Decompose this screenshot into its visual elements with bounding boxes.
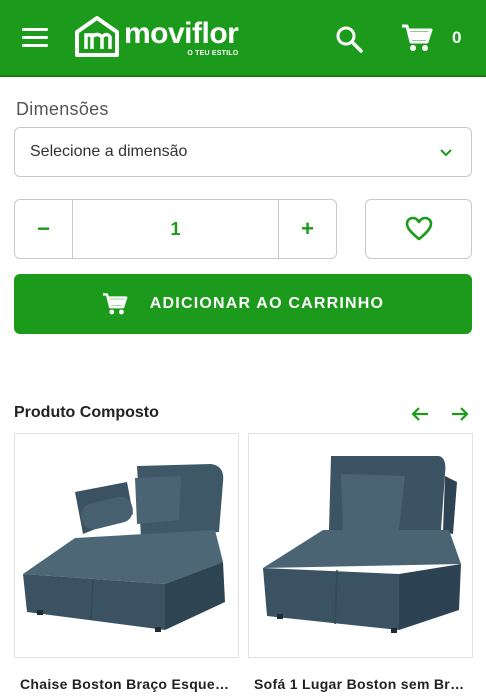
search-icon[interactable] xyxy=(335,25,363,53)
brand-tagline: O TEU ESTILO xyxy=(187,50,239,57)
app-header: moviflor O TEU ESTILO 0 xyxy=(0,0,486,77)
quantity-value[interactable]: 1 xyxy=(73,200,278,258)
chaise-sofa-image xyxy=(23,464,225,632)
quantity-increase-button[interactable]: + xyxy=(278,200,336,258)
dimension-select-value: Selecione a dimensão xyxy=(30,143,188,160)
heart-icon xyxy=(405,216,432,241)
dimension-select[interactable]: Selecione a dimensão xyxy=(14,127,472,177)
cart-icon xyxy=(102,293,128,315)
arrow-right-icon[interactable] xyxy=(450,404,470,424)
dimension-label: Dimensões xyxy=(16,99,109,119)
wishlist-button[interactable] xyxy=(365,199,472,259)
add-to-cart-label: ADICIONAR AO CARRINHO xyxy=(149,295,385,312)
arrow-left-icon[interactable] xyxy=(410,404,430,424)
chevron-down-icon xyxy=(440,149,452,157)
cart-icon[interactable] xyxy=(401,23,433,53)
product-name[interactable]: Sofá 1 Lugar Boston sem Braços xyxy=(254,676,468,692)
quantity-stepper: − 1 + xyxy=(14,199,337,259)
product-card[interactable] xyxy=(248,433,473,658)
logo-house-icon xyxy=(75,16,119,57)
menu-icon[interactable] xyxy=(22,28,48,48)
add-to-cart-button[interactable]: ADICIONAR AO CARRINHO xyxy=(14,274,472,334)
cart-count-badge[interactable]: 0 xyxy=(452,28,461,48)
quantity-decrease-button[interactable]: − xyxy=(15,200,73,258)
brand-logo[interactable]: moviflor O TEU ESTILO xyxy=(74,15,239,59)
sofa-1-seat-image xyxy=(263,456,461,633)
brand-name: moviflor xyxy=(124,17,239,50)
product-card[interactable] xyxy=(14,433,239,658)
composite-product-title: Produto Composto xyxy=(14,404,159,421)
product-name[interactable]: Chaise Boston Braço Esquerdo xyxy=(20,676,234,692)
